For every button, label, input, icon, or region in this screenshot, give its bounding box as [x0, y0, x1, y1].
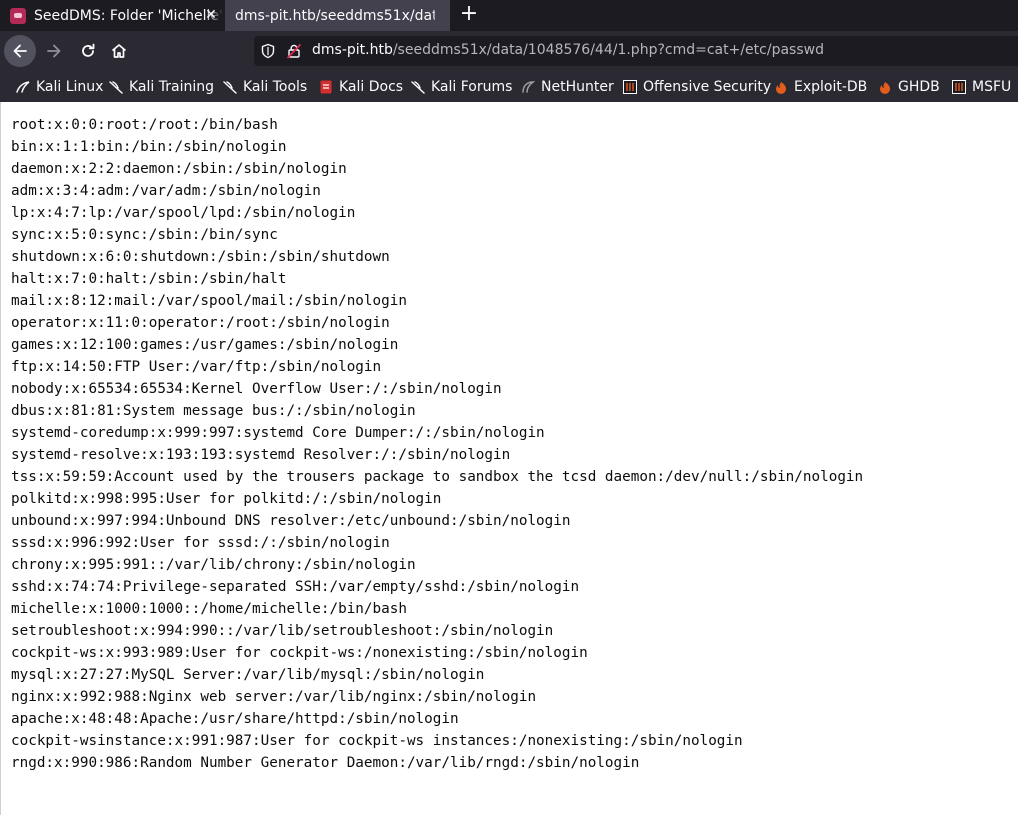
passwd-line: cockpit-ws:x:993:989:User for cockpit-ws…: [11, 645, 588, 661]
nethunter-icon: [521, 80, 535, 94]
forward-button[interactable]: [38, 35, 70, 67]
passwd-line: nginx:x:992:988:Nginx web server:/var/li…: [11, 689, 537, 705]
tab-strip: SeedDMS: Folder 'Michelle' ✕ dms-pit.htb…: [0, 0, 1018, 31]
passwd-line: operator:x:11:0:operator:/root:/sbin/nol…: [11, 315, 390, 331]
tab-title: SeedDMS: Folder 'Michelle': [34, 7, 223, 24]
passwd-line: cockpit-wsinstance:x:991:987:User for co…: [11, 733, 743, 749]
passwd-line: root:x:0:0:root:/root:/bin/bash: [11, 117, 278, 133]
bookmark-label: Kali Linux: [36, 79, 104, 95]
passwd-line: ftp:x:14:50:FTP User:/var/ftp:/sbin/nolo…: [11, 359, 382, 375]
tab-seeddms-folder[interactable]: SeedDMS: Folder 'Michelle' ✕: [0, 0, 224, 31]
passwd-line: bin:x:1:1:bin:/bin:/sbin/nologin: [11, 139, 287, 155]
passwd-line: systemd-resolve:x:193:193:systemd Resolv…: [11, 447, 511, 463]
reload-button[interactable]: [72, 35, 104, 67]
bookmark-kali-tools[interactable]: Kali Tools: [223, 72, 307, 102]
bookmark-label: Kali Docs: [339, 79, 404, 95]
passwd-line: setroubleshoot:x:994:990::/var/lib/setro…: [11, 623, 554, 639]
address-bar[interactable]: dms-pit.htb/seeddms51x/data/1048576/44/1…: [254, 36, 1018, 66]
offsec-icon: [623, 80, 637, 94]
arrow-right-icon: [47, 44, 61, 58]
passwd-line: sssd:x:996:992:User for sssd:/:/sbin/nol…: [11, 535, 390, 551]
bookmark-label: Offensive Security: [643, 79, 772, 95]
passwd-output: root:x:0:0:root:/root:/bin/bash bin:x:1:1…: [11, 114, 863, 774]
bookmark-nethunter[interactable]: NetHunter: [521, 72, 614, 102]
page-content: root:x:0:0:root:/root:/bin/bash bin:x:1:1…: [0, 102, 1018, 815]
passwd-line: halt:x:7:0:halt:/sbin:/sbin/halt: [11, 271, 287, 287]
exploitdb-icon: [774, 80, 788, 94]
tab-title: dms-pit.htb/seeddms51x/data: [235, 7, 435, 24]
passwd-line: apache:x:48:48:Apache:/usr/share/httpd:/…: [11, 711, 459, 727]
bookmark-msfu[interactable]: MSFU: [952, 72, 1011, 102]
bookmark-kali-forums[interactable]: Kali Forums: [411, 72, 512, 102]
bookmark-label: Kali Training: [129, 79, 214, 95]
bookmark-kali-docs[interactable]: Kali Docs: [319, 72, 403, 102]
passwd-line: michelle:x:1000:1000::/home/michelle:/bi…: [11, 601, 407, 617]
passwd-line: daemon:x:2:2:daemon:/sbin:/sbin/nologin: [11, 161, 347, 177]
kali-dragon-icon: [411, 80, 425, 94]
bookmark-kali-training[interactable]: Kali Training: [109, 72, 214, 102]
bookmarks-toolbar: Kali Linux Kali Training Kali Tools Kali…: [0, 72, 1018, 102]
bookmark-label: NetHunter: [541, 79, 614, 95]
bookmark-label: Kali Tools: [243, 79, 308, 95]
url-text[interactable]: dms-pit.htb/seeddms51x/data/1048576/44/1…: [312, 42, 824, 58]
tracking-shield-icon[interactable]: [260, 43, 276, 59]
new-tab-button[interactable]: +: [458, 3, 480, 26]
passwd-line: sshd:x:74:74:Privilege-separated SSH:/va…: [11, 579, 580, 595]
kali-dragon-icon: [223, 80, 237, 94]
navigation-toolbar: dms-pit.htb/seeddms51x/data/1048576/44/1…: [0, 31, 1018, 72]
bookmark-label: MSFU: [972, 79, 1012, 95]
home-icon: [111, 44, 127, 58]
bookmark-exploit-db[interactable]: Exploit-DB: [774, 72, 867, 102]
passwd-line: mysql:x:27:27:MySQL Server:/var/lib/mysq…: [11, 667, 485, 683]
msfu-icon: [952, 80, 966, 94]
passwd-line: unbound:x:997:994:Unbound DNS resolver:/…: [11, 513, 571, 529]
kali-dragon-icon: [16, 80, 30, 94]
passwd-line: lp:x:4:7:lp:/var/spool/lpd:/sbin/nologin: [11, 205, 356, 221]
bookmark-offensive-security[interactable]: Offensive Security: [623, 72, 771, 102]
arrow-left-icon: [13, 44, 27, 58]
bookmark-label: Kali Forums: [431, 79, 513, 95]
back-button[interactable]: [4, 35, 36, 67]
passwd-line: sync:x:5:0:sync:/sbin:/bin/sync: [11, 227, 278, 243]
bookmark-ghdb[interactable]: GHDB: [878, 72, 940, 102]
url-path: /seeddms51x/data/1048576/44/1.php?cmd=ca…: [392, 42, 824, 58]
url-domain: dms-pit.htb: [312, 42, 393, 58]
ghdb-icon: [878, 80, 892, 94]
passwd-line: chrony:x:995:991::/var/lib/chrony:/sbin/…: [11, 557, 416, 573]
bookmark-kali-linux[interactable]: Kali Linux: [16, 72, 103, 102]
home-button[interactable]: [103, 35, 135, 67]
insecure-lock-icon[interactable]: [286, 43, 302, 59]
passwd-line: polkitd:x:998:995:User for polkitd:/:/sb…: [11, 491, 442, 507]
close-tab-icon[interactable]: ✕: [202, 6, 220, 24]
tab-passwd-output[interactable]: dms-pit.htb/seeddms51x/data: [225, 0, 450, 31]
passwd-line: mail:x:8:12:mail:/var/spool/mail:/sbin/n…: [11, 293, 407, 309]
passwd-line: games:x:12:100:games:/usr/games:/sbin/no…: [11, 337, 399, 353]
kali-dragon-icon: [109, 80, 123, 94]
passwd-line: tss:x:59:59:Account used by the trousers…: [11, 469, 864, 485]
passwd-line: dbus:x:81:81:System message bus:/:/sbin/…: [11, 403, 416, 419]
passwd-line: adm:x:3:4:adm:/var/adm:/sbin/nologin: [11, 183, 321, 199]
reload-icon: [82, 43, 95, 57]
seeddms-favicon-icon: [10, 7, 26, 24]
passwd-line: nobody:x:65534:65534:Kernel Overflow Use…: [11, 381, 502, 397]
bookmark-label: Exploit-DB: [794, 79, 868, 95]
kali-docs-icon: [319, 80, 333, 94]
bookmark-label: GHDB: [898, 79, 940, 95]
passwd-line: systemd-coredump:x:999:997:systemd Core …: [11, 425, 545, 441]
passwd-line: shutdown:x:6:0:shutdown:/sbin:/sbin/shut…: [11, 249, 390, 265]
passwd-line: rngd:x:990:986:Random Number Generator D…: [11, 755, 640, 771]
